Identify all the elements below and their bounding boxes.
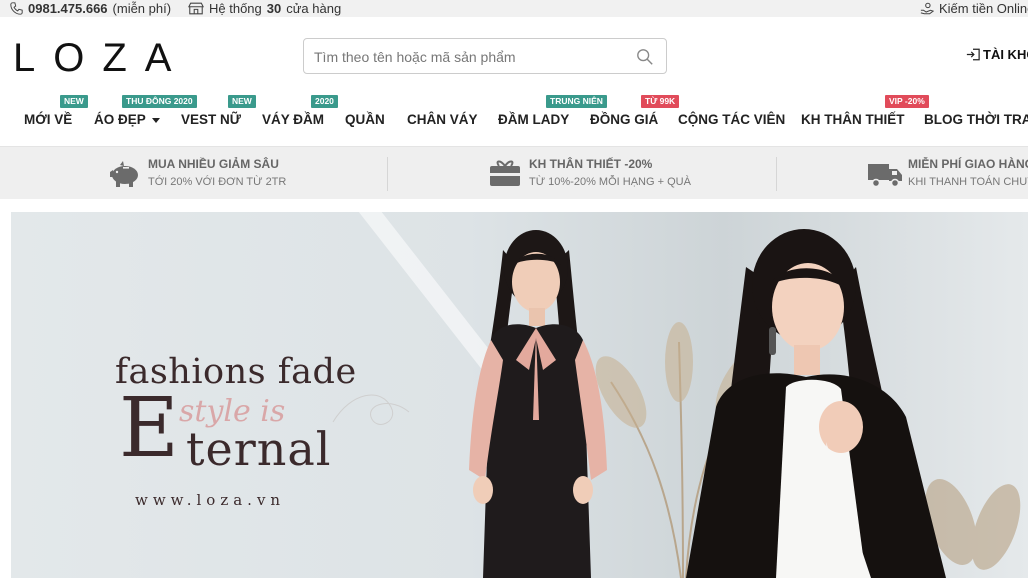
nav-badge-dong-gia: TỪ 99K bbox=[641, 95, 680, 108]
nav-item-moi-ve[interactable]: MỚI VỀ bbox=[24, 112, 72, 127]
hotline-note: (miễn phí) bbox=[112, 1, 172, 16]
site-logo[interactable]: LOZA bbox=[13, 38, 189, 78]
hand-coin-icon bbox=[920, 2, 934, 15]
piggy-bank-icon bbox=[110, 161, 138, 187]
store-count: 30 bbox=[266, 1, 282, 16]
promo-strip: MUA NHIỀU GIẢM SÂU TỚI 20% VỚI ĐƠN TỪ 2T… bbox=[0, 146, 1028, 199]
store-prefix: Hệ thống bbox=[209, 1, 262, 16]
promo-title: KH THÂN THIẾT -20% bbox=[529, 157, 653, 171]
promo-free-shipping[interactable]: MIỄN PHÍ GIAO HÀNG KHI THANH TOÁN CHUYỂ bbox=[777, 147, 1028, 200]
promo-bulk-discount[interactable]: MUA NHIỀU GIẢM SÂU TỚI 20% VỚI ĐƠN TỪ 2T… bbox=[0, 147, 387, 200]
gift-card-icon bbox=[490, 160, 520, 186]
hotline[interactable]: 0981.475.666 (miễn phí) bbox=[10, 0, 171, 17]
account-link[interactable]: TÀI KHO bbox=[966, 47, 1028, 62]
hero-slogan-big-letter: E bbox=[119, 381, 179, 476]
hotline-number: 0981.475.666 bbox=[28, 1, 108, 16]
hero-slogan-ternal: ternal bbox=[186, 422, 332, 476]
promo-title: MIỄN PHÍ GIAO HÀNG bbox=[908, 157, 1028, 171]
search-input[interactable] bbox=[314, 47, 614, 67]
store-system-link[interactable]: Hệ thống 30 cửa hàng bbox=[188, 0, 341, 17]
nav-badge-moi-ve: NEW bbox=[60, 95, 88, 108]
search-box bbox=[303, 38, 667, 74]
nav-item-ao-dep[interactable]: ÁO ĐẸP bbox=[94, 112, 160, 127]
earn-online-label: Kiếm tiền Online bbox=[939, 1, 1028, 16]
chevron-down-icon bbox=[151, 117, 160, 123]
main-nav: NEW MỚI VỀ THU ĐÔNG 2020 ÁO ĐẸP NEW VEST… bbox=[0, 95, 1028, 135]
nav-item-kh-than-thiet[interactable]: KH THÂN THIẾT bbox=[801, 112, 905, 127]
promo-subtitle: KHI THANH TOÁN CHUYỂ bbox=[908, 176, 1028, 188]
nav-item-dam-lady[interactable]: ĐẦM LADY bbox=[498, 112, 569, 127]
account-label: TÀI KHO bbox=[983, 47, 1028, 62]
top-bar: 0981.475.666 (miễn phí) Hệ thống 30 cửa … bbox=[0, 0, 1028, 17]
login-icon bbox=[966, 48, 980, 61]
store-suffix: cửa hàng bbox=[286, 1, 342, 16]
nav-item-vay-dam[interactable]: VÁY ĐẦM bbox=[262, 112, 324, 127]
store-icon bbox=[188, 2, 204, 15]
promo-subtitle: TỚI 20% VỚI ĐƠN TỪ 2TR bbox=[148, 176, 287, 188]
hero-url: www.loza.vn bbox=[135, 491, 286, 509]
nav-item-vest-nu[interactable]: VEST NỮ bbox=[181, 112, 241, 127]
nav-badge-ao-dep: THU ĐÔNG 2020 bbox=[122, 95, 197, 108]
model-black-blazer-image bbox=[686, 229, 946, 578]
nav-badge-kh-than-thiet: VIP -20% bbox=[885, 95, 929, 108]
earn-online-link[interactable]: Kiếm tiền Online bbox=[920, 0, 1028, 17]
promo-title: MUA NHIỀU GIẢM SÂU bbox=[148, 157, 279, 171]
nav-item-dong-gia[interactable]: ĐỒNG GIÁ bbox=[590, 112, 658, 127]
swirl-decoration bbox=[332, 394, 410, 425]
promo-loyal-customer[interactable]: KH THÂN THIẾT -20% TỪ 10%-20% MỖI HẠNG +… bbox=[388, 147, 776, 200]
model-black-dress-image bbox=[469, 230, 607, 578]
nav-badge-vay-dam: 2020 bbox=[311, 95, 338, 108]
nav-item-chan-vay[interactable]: CHÂN VÁY bbox=[407, 112, 478, 127]
hero-banner[interactable]: fashions fade E style is ternal www.loza… bbox=[11, 212, 1028, 578]
search-icon[interactable] bbox=[636, 48, 654, 66]
phone-icon bbox=[10, 2, 23, 15]
nav-item-ao-dep-label: ÁO ĐẸP bbox=[94, 112, 146, 127]
nav-item-blog[interactable]: BLOG THỜI TRAN bbox=[924, 112, 1028, 127]
nav-item-quan[interactable]: QUẦN bbox=[345, 112, 385, 127]
delivery-truck-icon bbox=[868, 164, 902, 188]
nav-badge-dam-lady: TRUNG NIÊN bbox=[546, 95, 607, 108]
nav-badge-vest-nu: NEW bbox=[228, 95, 256, 108]
nav-item-cong-tac-vien[interactable]: CỘNG TÁC VIÊN bbox=[678, 112, 785, 127]
promo-subtitle: TỪ 10%-20% MỖI HẠNG + QUÀ bbox=[529, 176, 691, 188]
